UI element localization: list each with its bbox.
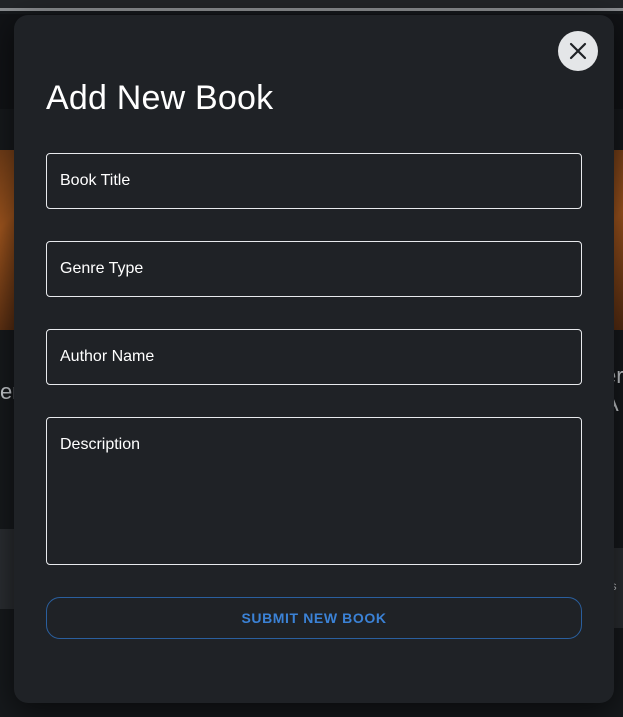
description-textarea[interactable]: Description <box>46 417 582 565</box>
close-icon <box>569 42 587 60</box>
genre-type-label: Genre Type <box>60 260 144 277</box>
browser-top-bar <box>0 0 623 11</box>
description-label: Description <box>60 436 141 453</box>
author-name-label: Author Name <box>60 348 155 365</box>
close-button[interactable] <box>558 31 598 71</box>
book-title-field[interactable]: Book Title <box>46 153 582 209</box>
add-book-modal: Add New Book Book Title Genre Type Autho… <box>14 15 614 703</box>
submit-new-book-button[interactable]: SUBMIT NEW BOOK <box>46 597 582 639</box>
book-title-label: Book Title <box>60 172 131 189</box>
author-name-field[interactable]: Author Name <box>46 329 582 385</box>
genre-type-field[interactable]: Genre Type <box>46 241 582 297</box>
modal-title: Add New Book <box>46 79 274 117</box>
